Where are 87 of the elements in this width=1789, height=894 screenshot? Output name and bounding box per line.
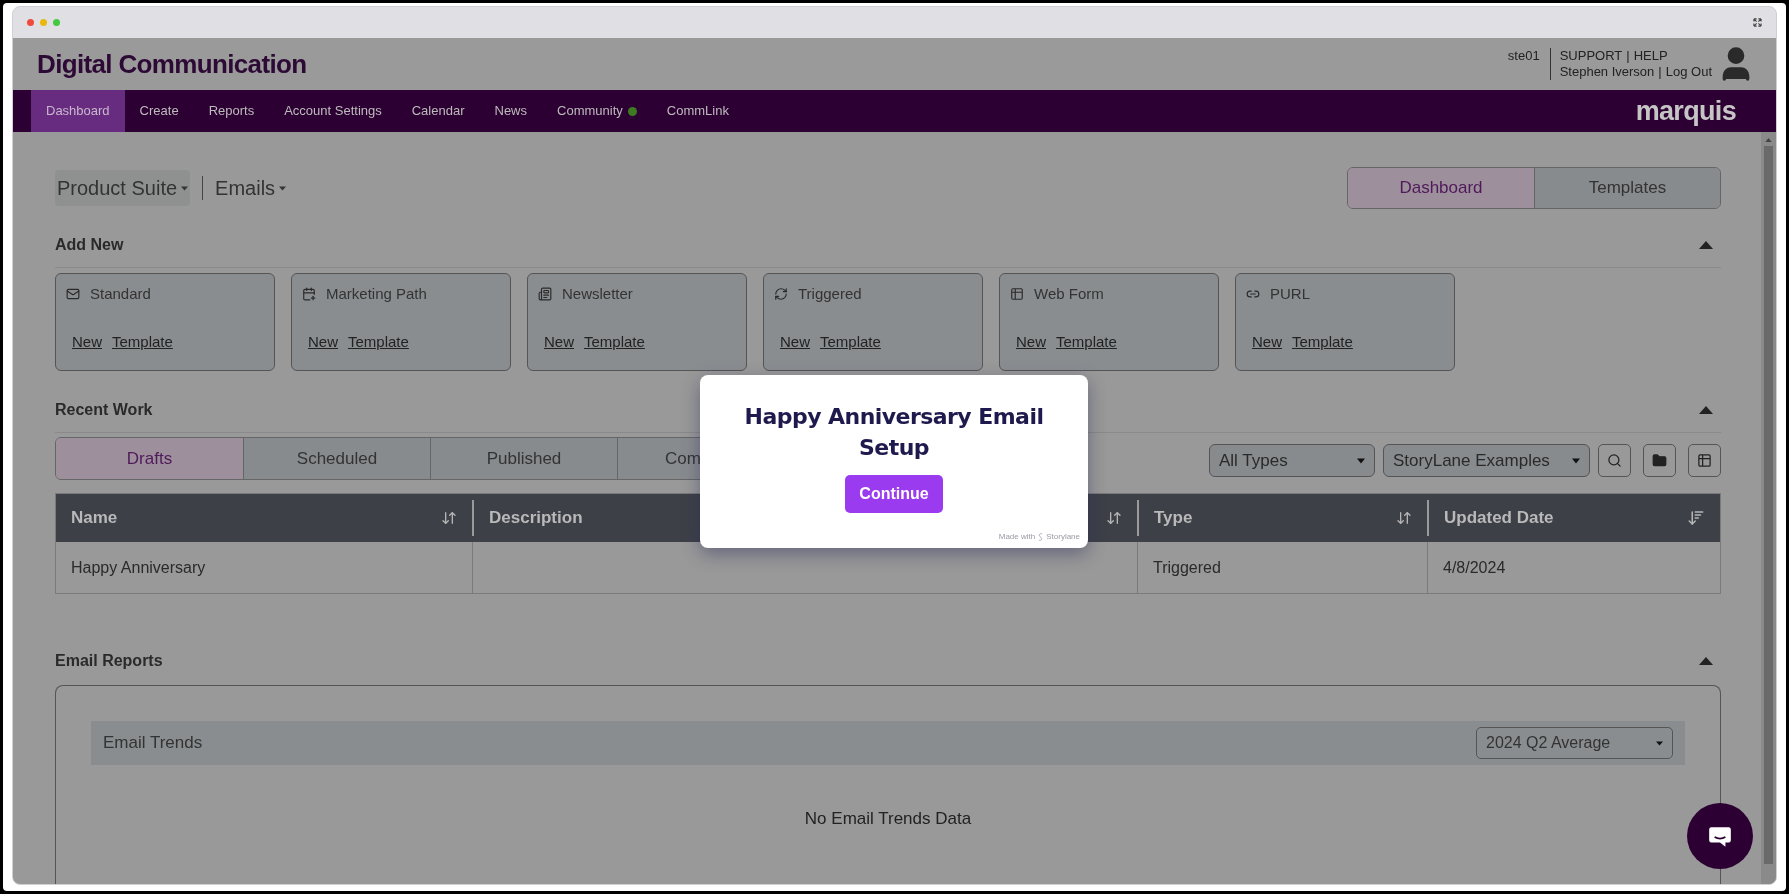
card-label: PURL <box>1270 284 1310 304</box>
card-link[interactable]: Template <box>112 330 173 353</box>
sort-descending-icon[interactable] <box>1687 509 1705 527</box>
card-label: Newsletter <box>562 284 633 304</box>
header-link[interactable]: Log Out <box>1665 64 1712 80</box>
nav-item[interactable]: Community <box>542 90 652 132</box>
header-link[interactable]: HELP <box>1633 48 1668 64</box>
empty-message: No Email Trends Data <box>804 808 972 830</box>
caret-icon <box>1572 457 1580 464</box>
grid-icon <box>1697 453 1712 468</box>
filter-dropdown[interactable]: All Types <box>1209 444 1375 477</box>
section-title: Add New <box>55 235 124 255</box>
work-tab[interactable]: Published <box>430 438 617 479</box>
made-with-label: Made with <box>998 531 1036 543</box>
refresh-icon <box>774 287 788 302</box>
view-tab[interactable]: Templates <box>1534 168 1720 208</box>
nav-item[interactable]: Dashboard <box>31 90 125 132</box>
section-title: Email Reports <box>55 651 163 671</box>
table-cell-text: Happy Anniversary <box>70 557 207 578</box>
card-link[interactable]: Template <box>1056 330 1117 353</box>
brand-logo: marquis <box>1635 94 1736 128</box>
card-link[interactable]: Template <box>348 330 409 353</box>
grid-view-button[interactable] <box>1688 444 1721 477</box>
card-link[interactable]: New <box>308 330 338 353</box>
envelope-icon <box>66 287 80 302</box>
nav-item[interactable]: CommLink <box>651 90 744 132</box>
filter-dropdown[interactable]: StoryLane Examples <box>1383 444 1590 477</box>
card-link[interactable]: New <box>72 330 102 353</box>
storylane-logo-icon <box>1038 533 1044 541</box>
search-button[interactable] <box>1598 444 1631 477</box>
work-tab[interactable]: Drafts <box>56 438 243 479</box>
column-header[interactable]: Updated Date <box>1427 500 1720 536</box>
newspaper-icon <box>538 287 552 302</box>
nav-item[interactable]: Account Settings <box>269 90 397 132</box>
scrollbar[interactable] <box>1761 132 1776 884</box>
sort-icon[interactable] <box>441 510 457 526</box>
work-tab[interactable]: Scheduled <box>243 438 430 479</box>
card-link[interactable]: New <box>1016 330 1046 353</box>
table-icon <box>1010 287 1024 302</box>
modal-title: Happy Anniversary Email Setup <box>744 403 1044 462</box>
card-link[interactable]: New <box>780 330 810 353</box>
scroll-up-icon[interactable] <box>1765 138 1772 142</box>
app-title: Digital Communication <box>37 47 307 81</box>
column-header[interactable]: Name <box>56 494 472 542</box>
folder-icon <box>1652 453 1667 468</box>
column-header[interactable]: Type <box>1137 500 1427 536</box>
nav-item[interactable]: News <box>479 90 542 132</box>
card-link[interactable]: Template <box>820 330 881 353</box>
sort-icon[interactable] <box>1106 510 1122 526</box>
card-label: Triggered <box>798 284 862 304</box>
card-link[interactable]: New <box>1252 330 1282 353</box>
view-tab[interactable]: Dashboard <box>1348 168 1534 208</box>
folder-button[interactable] <box>1643 444 1676 477</box>
calendar-icon <box>302 287 316 302</box>
nav-item[interactable]: Reports <box>193 90 270 132</box>
card-link[interactable]: New <box>544 330 574 353</box>
table-cell: 4/8/2024 <box>1427 542 1720 593</box>
collapse-icon[interactable] <box>1699 406 1713 414</box>
header-link[interactable]: SUPPORT <box>1559 48 1623 64</box>
card-label: Standard <box>90 284 151 304</box>
nav-item[interactable]: Create <box>124 90 194 132</box>
collapse-icon[interactable] <box>1699 241 1713 249</box>
nav-item[interactable]: Calendar <box>396 90 480 132</box>
card-label: Marketing Path <box>326 284 427 304</box>
caret-icon <box>1357 457 1365 464</box>
period-dropdown[interactable]: 2024 Q2 Average <box>1476 727 1673 759</box>
caret-icon <box>1656 740 1663 746</box>
brand-name: Storylane <box>1046 531 1080 543</box>
link-separator: | <box>1626 48 1630 64</box>
section-dropdown[interactable]: Emails <box>215 173 287 203</box>
collapse-icon[interactable] <box>1699 657 1713 665</box>
account-code: ste01 <box>1507 47 1540 65</box>
expand-icon[interactable] <box>1753 18 1762 27</box>
continue-button[interactable]: Continue <box>845 475 943 513</box>
caret-icon <box>181 185 189 191</box>
sort-icon[interactable] <box>1396 510 1412 526</box>
section-title: Recent Work <box>55 400 153 420</box>
card-label: Web Form <box>1034 284 1104 304</box>
trends-title: Email Trends <box>103 732 203 755</box>
card-link[interactable]: Template <box>1292 330 1353 353</box>
table-cell: Triggered <box>1137 542 1427 593</box>
card-link[interactable]: Template <box>584 330 645 353</box>
caret-icon <box>279 185 287 191</box>
link-separator: | <box>1658 64 1662 80</box>
product-suite-dropdown[interactable]: Product Suite <box>55 170 191 206</box>
search-icon <box>1607 453 1622 468</box>
header-link[interactable]: Stephen Iverson <box>1559 64 1655 80</box>
